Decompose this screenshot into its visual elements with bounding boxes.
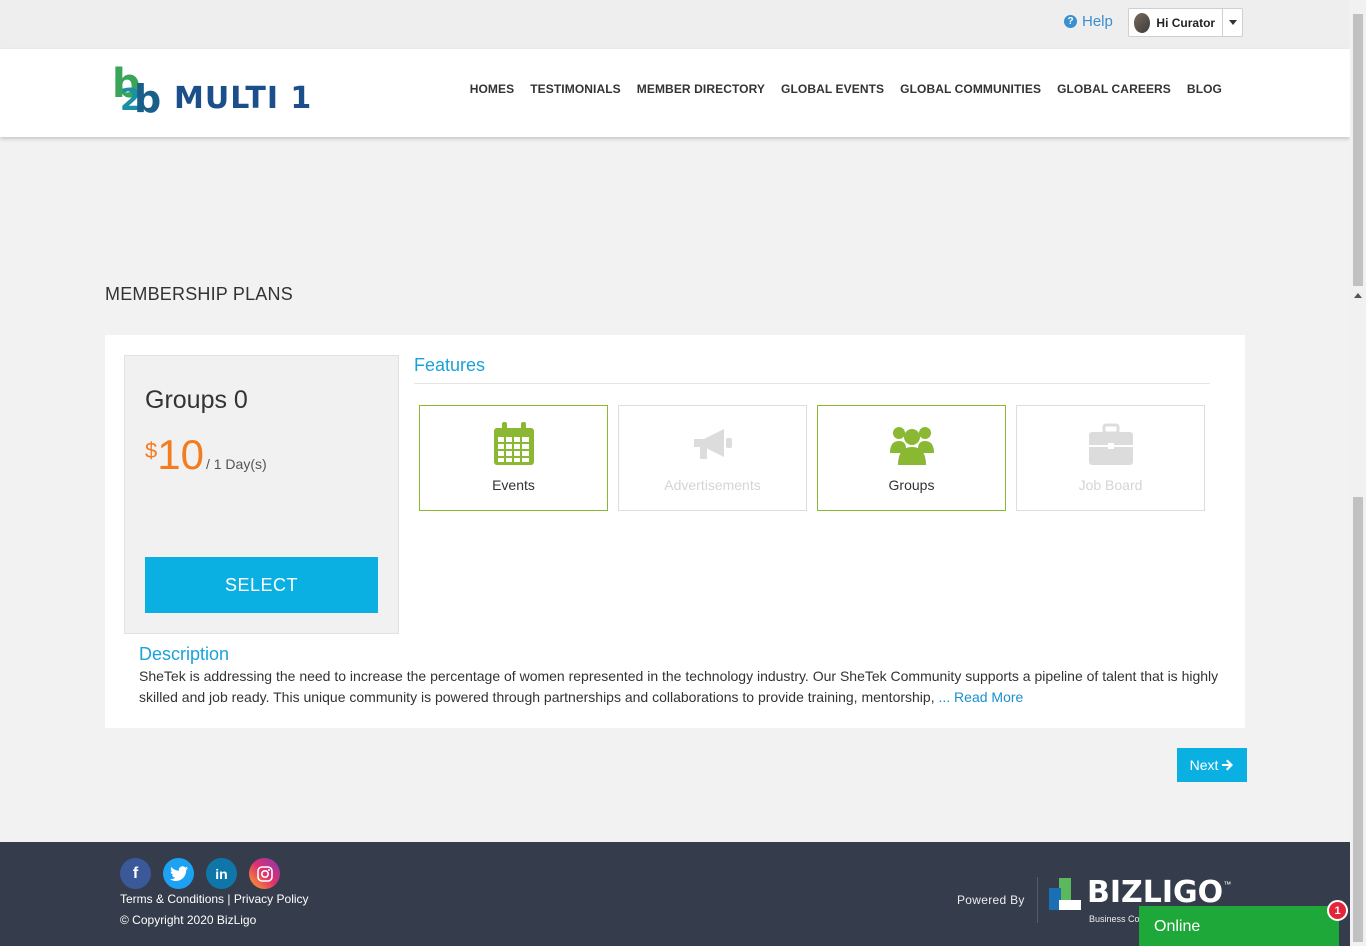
page-scrollbar[interactable] [1350, 0, 1366, 946]
scroll-up-arrow-icon[interactable] [1354, 293, 1362, 298]
powered-by-label: Powered By [957, 893, 1025, 907]
description-body: SheTek is addressing the need to increas… [139, 668, 1219, 705]
bizligo-wordmark: BIZLIGO [1087, 875, 1224, 910]
calendar-icon [493, 422, 534, 465]
help-link[interactable]: ? Help [1064, 13, 1113, 30]
plan-price: $ 10 / 1 Day(s) [145, 434, 267, 476]
price-currency: $ [145, 438, 158, 463]
plan-summary: Groups 0 $ 10 / 1 Day(s) SELECT [124, 355, 399, 634]
description-heading: Description [139, 644, 230, 664]
features-heading: Features [414, 355, 486, 375]
feature-events: Events [419, 405, 608, 511]
avatar [1134, 12, 1151, 33]
facebook-icon[interactable]: f [120, 858, 151, 889]
user-menu-dropdown-toggle[interactable] [1222, 9, 1242, 36]
nav-member-directory[interactable]: MEMBER DIRECTORY [637, 82, 765, 96]
social-links: f in [120, 858, 280, 889]
features-divider [414, 383, 1210, 384]
online-chat-widget[interactable]: Online [1139, 906, 1339, 946]
nav-global-events[interactable]: GLOBAL EVENTS [781, 82, 884, 96]
bizligo-mark-icon [1049, 878, 1083, 912]
feature-label: Groups [888, 477, 935, 493]
site-header: b2b MULTI 1 HOMES TESTIMONIALS MEMBER DI… [0, 49, 1350, 137]
feature-label: Events [492, 477, 535, 493]
feature-label: Job Board [1078, 477, 1143, 493]
price-period: / 1 Day(s) [205, 456, 267, 472]
scrollbar-thumb[interactable] [1353, 497, 1363, 942]
next-label: Next [1189, 757, 1219, 773]
site-logo[interactable]: b2b MULTI 1 [112, 64, 312, 118]
nav-blog[interactable]: BLOG [1187, 82, 1222, 96]
description-text: SheTek is addressing the need to increas… [139, 666, 1219, 708]
privacy-link[interactable]: Privacy Policy [234, 892, 309, 906]
scrollbar-track-segment [1353, 14, 1363, 286]
chat-notification-badge: 1 [1327, 900, 1348, 921]
select-plan-button[interactable]: SELECT [145, 557, 378, 613]
main-nav: HOMES TESTIMONIALS MEMBER DIRECTORY GLOB… [470, 82, 1222, 96]
trademark-symbol: ™ [1223, 880, 1232, 889]
users-icon [889, 427, 934, 465]
twitter-icon[interactable] [163, 858, 194, 889]
help-label: Help [1082, 13, 1113, 30]
page-title: MEMBERSHIP PLANS [105, 284, 293, 304]
megaphone-icon [693, 429, 732, 459]
read-more-link[interactable]: ... Read More [938, 689, 1023, 705]
instagram-icon[interactable] [249, 858, 280, 889]
footer-divider [1037, 877, 1038, 923]
nav-testimonials[interactable]: TESTIMONIALS [530, 82, 621, 96]
logo-text: MULTI 1 [174, 81, 313, 116]
user-menu-button[interactable]: Hi Curator [1128, 8, 1243, 37]
feature-advertisements: Advertisements [618, 405, 807, 511]
feature-groups: Groups [817, 405, 1006, 511]
nav-global-communities[interactable]: GLOBAL COMMUNITIES [900, 82, 1041, 96]
next-button[interactable]: Next [1177, 748, 1247, 782]
price-amount: 10 [157, 431, 204, 478]
arrow-right-icon [1222, 759, 1234, 771]
copyright-text: © Copyright 2020 BizLigo [120, 913, 257, 927]
briefcase-icon [1088, 423, 1133, 465]
user-greeting: Hi Curator [1156, 15, 1216, 30]
nav-global-careers[interactable]: GLOBAL CAREERS [1057, 82, 1171, 96]
top-utility-bar: ? Help Hi Curator [0, 0, 1350, 49]
question-circle-icon: ? [1064, 15, 1077, 28]
nav-homes[interactable]: HOMES [470, 82, 515, 96]
linkedin-icon[interactable]: in [206, 858, 237, 889]
caret-down-icon [1228, 20, 1237, 25]
footer-links: Terms & Conditions | Privacy Policy [120, 892, 309, 906]
membership-plan-card: Groups 0 $ 10 / 1 Day(s) SELECT Features… [105, 335, 1245, 728]
bizligo-tagline: Business Co [1089, 914, 1140, 924]
feature-label: Advertisements [664, 477, 761, 493]
plan-name: Groups 0 [145, 386, 248, 414]
feature-job-board: Job Board [1016, 405, 1205, 511]
footer-link-separator: | [224, 892, 234, 906]
terms-link[interactable]: Terms & Conditions [120, 892, 224, 906]
b2b-logo-mark-icon: b2b [112, 61, 162, 121]
